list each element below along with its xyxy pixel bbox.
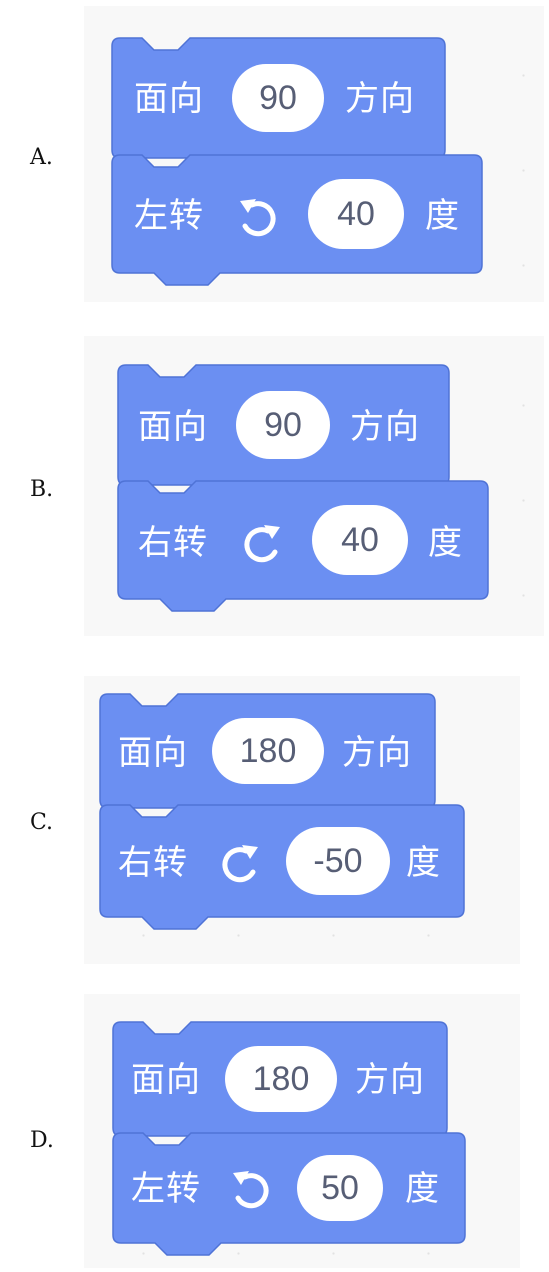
block-label: 左转 [131, 1169, 201, 1209]
point-in-direction-block[interactable]: 面向 180 方向 [112, 1021, 449, 1137]
block-suffix: 方向 [355, 1060, 425, 1100]
block-suffix: 度 [428, 523, 463, 563]
direction-input[interactable]: 180 [225, 1046, 337, 1112]
block-suffix: 度 [405, 1169, 440, 1209]
direction-input[interactable]: 180 [212, 718, 324, 784]
option-d[interactable]: D. 面向 180 方向 左转 50 度 [0, 988, 549, 1272]
block-label: 面向 [131, 1060, 201, 1100]
degrees-input[interactable]: 40 [312, 505, 408, 575]
block-label: 右转 [138, 523, 208, 563]
block-label: 面向 [134, 79, 204, 119]
rotate-right-icon [238, 519, 286, 571]
option-label: D. [30, 1128, 54, 1153]
degrees-input[interactable]: 40 [308, 179, 404, 249]
block-label: 左转 [134, 196, 204, 236]
option-label: C. [30, 810, 54, 835]
block-label: 面向 [138, 407, 208, 447]
block-suffix: 度 [425, 196, 460, 236]
point-in-direction-block[interactable]: 面向 90 方向 [111, 37, 447, 159]
point-in-direction-block[interactable]: 面向 90 方向 [117, 364, 451, 486]
rotate-left-icon [234, 193, 282, 245]
turn-block[interactable]: 右转 40 度 [117, 480, 490, 621]
block-suffix: 方向 [350, 407, 420, 447]
degrees-input[interactable]: -50 [286, 827, 390, 895]
option-label: A. [30, 145, 53, 170]
direction-input[interactable]: 90 [232, 64, 324, 132]
option-c[interactable]: C. 面向 180 方向 右转 -50 度 [0, 670, 549, 970]
block-label: 右转 [118, 843, 188, 883]
rotate-right-icon [216, 839, 264, 891]
block-label: 面向 [118, 733, 188, 773]
rotate-left-icon [227, 1165, 275, 1217]
point-in-direction-block[interactable]: 面向 180 方向 [99, 693, 437, 809]
option-label: B. [30, 477, 54, 502]
option-a[interactable]: A. 面向 90 方向 左转 40 度 [0, 0, 549, 310]
block-suffix: 方向 [342, 733, 412, 773]
degrees-input[interactable]: 50 [297, 1155, 383, 1221]
option-b[interactable]: B. 面向 90 方向 右转 40 度 [0, 330, 549, 640]
direction-input[interactable]: 90 [236, 391, 330, 459]
block-suffix: 度 [406, 843, 441, 883]
turn-block[interactable]: 右转 -50 度 [99, 804, 466, 940]
block-suffix: 方向 [345, 79, 415, 119]
turn-block[interactable]: 左转 40 度 [111, 154, 484, 291]
turn-block[interactable]: 左转 50 度 [112, 1132, 467, 1263]
